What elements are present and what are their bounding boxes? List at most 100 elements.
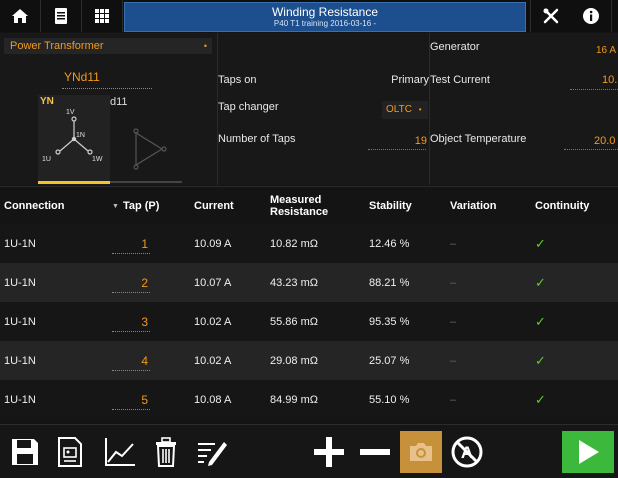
generator-label: Generator xyxy=(430,41,480,53)
variation-cell: – xyxy=(450,237,457,250)
column-measured-resistance[interactable]: Measured Resistance xyxy=(270,187,328,225)
object-temperature-underline xyxy=(564,149,618,150)
test-current-underline xyxy=(570,89,618,90)
table-row[interactable]: 1U-1N 10.02 A 29.08 mΩ 25.07 % – ✓ 4 xyxy=(0,341,618,380)
taps-on-value[interactable]: Primary xyxy=(391,74,429,86)
resistance-cell: 43.23 mΩ xyxy=(270,276,318,289)
tools-button[interactable] xyxy=(530,0,572,32)
resistance-cell: 84.99 mΩ xyxy=(270,393,318,406)
column-tap-label: Tap (P) xyxy=(122,200,160,212)
window-title: Winding Resistance xyxy=(271,5,379,19)
continuity-cell: ✓ xyxy=(535,352,546,368)
current-cell: 10.09 A xyxy=(194,237,232,250)
test-current-value[interactable]: 10. xyxy=(602,74,617,86)
tap-cell[interactable]: 3 xyxy=(112,302,148,341)
column-continuity[interactable]: Continuity xyxy=(535,187,589,225)
column-variation[interactable]: Variation xyxy=(450,187,496,225)
connection-cell: 1U-1N xyxy=(4,393,36,406)
continuity-cell: ✓ xyxy=(535,274,546,290)
resistance-cell: 55.86 mΩ xyxy=(270,315,318,328)
chart-button[interactable] xyxy=(100,431,140,473)
delta-winding-icon xyxy=(133,128,167,170)
tap-cell[interactable]: 5 xyxy=(112,380,148,419)
delete-button[interactable] xyxy=(148,431,184,473)
save-icon xyxy=(12,439,38,465)
continuity-cell: ✓ xyxy=(535,313,546,329)
tap-underline xyxy=(112,253,150,254)
sort-icon: ▼ xyxy=(112,202,119,210)
current-cell: 10.02 A xyxy=(194,315,232,328)
connection-cell: 1U-1N xyxy=(4,237,36,250)
camera-button[interactable] xyxy=(400,431,442,473)
home-button[interactable] xyxy=(0,0,41,32)
camera-icon xyxy=(410,443,432,461)
tap-cell[interactable]: 4 xyxy=(112,341,148,380)
tap-changer-select[interactable]: OLTC • xyxy=(382,101,428,119)
table-row[interactable]: 1U-1N 10.02 A 55.86 mΩ 95.35 % – ✓ 3 xyxy=(0,302,618,341)
resistance-cell: 10.82 mΩ xyxy=(270,237,318,250)
add-tap-button[interactable] xyxy=(308,431,350,473)
table-row[interactable]: 1U-1N 10.07 A 43.23 mΩ 88.21 % – ✓ 2 xyxy=(0,263,618,302)
table-row[interactable]: 1U-1N 10.08 A 84.99 mΩ 55.10 % – ✓ 5 xyxy=(0,380,618,419)
resistance-cell: 29.08 mΩ xyxy=(270,354,318,367)
column-stability[interactable]: Stability xyxy=(369,187,412,225)
connection-cell: 1U-1N xyxy=(4,354,36,367)
report-button[interactable] xyxy=(52,431,88,473)
no-auto-icon: A xyxy=(451,436,483,468)
transformer-type-select[interactable]: Power Transformer • xyxy=(4,38,212,54)
remove-tap-button[interactable] xyxy=(354,431,396,473)
number-of-taps-label: Number of Taps xyxy=(218,133,296,145)
transformer-type-value: Power Transformer xyxy=(10,40,104,52)
variation-cell: – xyxy=(450,276,457,289)
vector-group-value[interactable]: YNd11 xyxy=(64,70,100,84)
save-button[interactable] xyxy=(6,431,44,473)
current-cell: 10.08 A xyxy=(194,393,232,406)
lv-winding-indicator xyxy=(110,181,182,183)
test-config-panel: Generator 16 A Test Current 10. Object T… xyxy=(430,33,618,185)
window-subtitle: P40 T1 training 2016-03-16 - xyxy=(273,19,377,28)
info-button[interactable] xyxy=(571,0,612,32)
start-button[interactable] xyxy=(562,431,614,473)
stability-cell: 95.35 % xyxy=(369,315,410,328)
tap-underline xyxy=(112,292,150,293)
hv-winding-selected-indicator xyxy=(38,181,110,184)
tap-underline xyxy=(112,409,150,410)
continuity-cell: ✓ xyxy=(535,235,546,251)
variation-cell: – xyxy=(450,354,457,367)
lv-winding-diagram[interactable] xyxy=(110,95,182,183)
edit-button[interactable] xyxy=(192,431,232,473)
current-cell: 10.07 A xyxy=(194,276,232,289)
taps-on-label: Taps on xyxy=(218,74,257,86)
column-resistance-label: Resistance xyxy=(270,206,329,218)
grid-button[interactable] xyxy=(82,0,123,32)
tap-cell[interactable]: 1 xyxy=(112,224,148,263)
tap-changer-label: Tap changer xyxy=(218,101,279,113)
vector-group-underline xyxy=(62,88,152,89)
hv-winding-diagram[interactable]: YN 1V 1N 1U 1W xyxy=(38,95,110,183)
connection-cell: 1U-1N xyxy=(4,276,36,289)
dropdown-indicator-icon: • xyxy=(418,105,422,114)
tap-cell[interactable]: 2 xyxy=(112,263,148,302)
variation-cell: – xyxy=(450,315,457,328)
stability-cell: 25.07 % xyxy=(369,354,410,367)
document-button[interactable] xyxy=(41,0,82,32)
column-tap[interactable]: ▼ Tap (P) xyxy=(112,187,159,225)
bottom-toolbar: A xyxy=(0,424,618,478)
column-connection[interactable]: Connection xyxy=(4,187,65,225)
column-current[interactable]: Current xyxy=(194,187,234,225)
auto-mode-toggle[interactable]: A xyxy=(446,431,488,473)
variation-cell: – xyxy=(450,393,457,406)
object-temperature-value[interactable]: 20.0 xyxy=(594,135,615,147)
play-icon xyxy=(579,440,599,464)
table-row[interactable]: 1U-1N 10.09 A 10.82 mΩ 12.46 % – ✓ 1 xyxy=(0,224,618,263)
phase-1n-label: 1N xyxy=(76,132,85,139)
plus-icon xyxy=(314,437,344,467)
connection-cell: 1U-1N xyxy=(4,315,36,328)
info-icon xyxy=(583,8,599,24)
home-icon xyxy=(12,9,28,23)
results-table-header: Connection ▼ Tap (P) Current Measured Re… xyxy=(0,186,618,225)
generator-value[interactable]: 16 A xyxy=(596,45,616,56)
stability-cell: 12.46 % xyxy=(369,237,410,250)
window-title-box: Winding Resistance P40 T1 training 2016-… xyxy=(124,2,526,32)
number-of-taps-value[interactable]: 19 xyxy=(415,135,427,147)
